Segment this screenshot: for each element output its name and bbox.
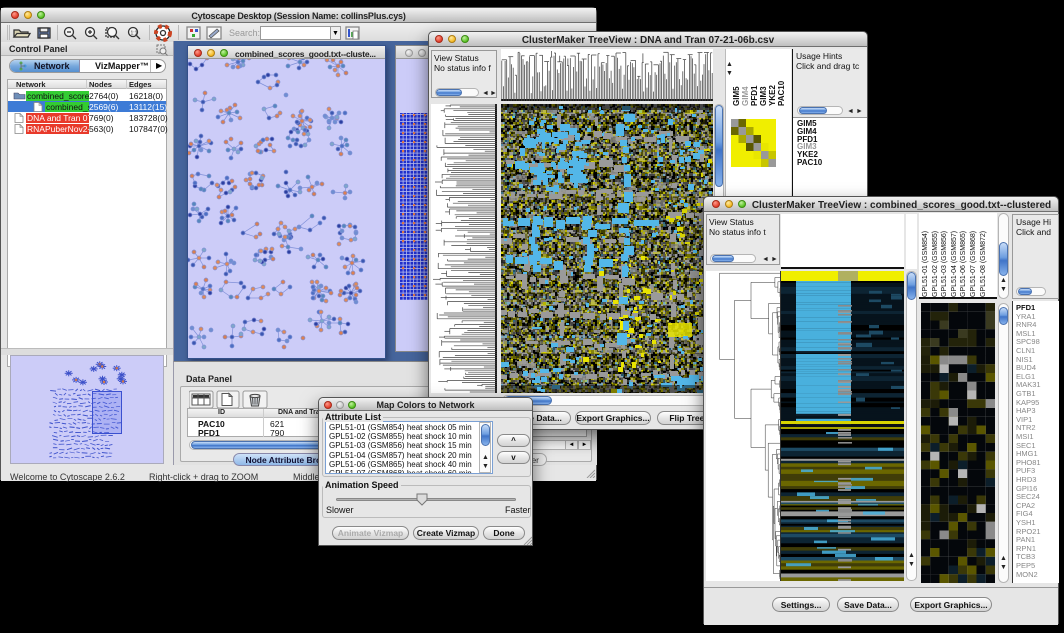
svg-text:1:1: 1:1 <box>131 31 138 37</box>
